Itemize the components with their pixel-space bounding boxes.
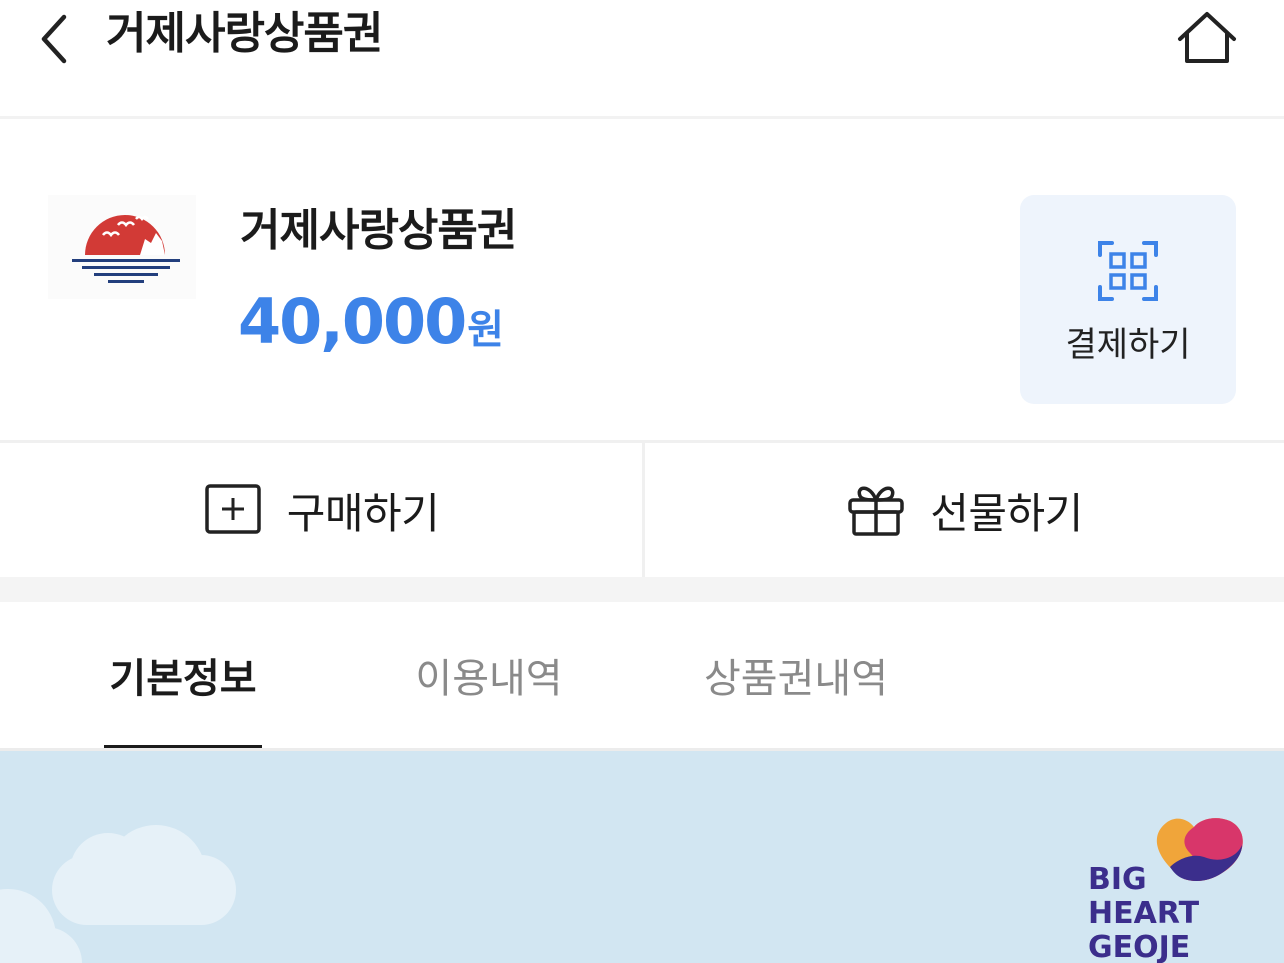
- geoje-sunset-logo-icon: [72, 215, 180, 283]
- gift-button-label: 선물하기: [930, 488, 1083, 538]
- tab-basic-info[interactable]: 기본정보: [104, 602, 262, 748]
- pay-button-label: 결제하기: [1065, 325, 1191, 365]
- balance-unit: 원: [467, 307, 505, 353]
- pay-button[interactable]: 결제하기: [1020, 195, 1236, 404]
- balance-amount: 40,000: [238, 285, 467, 358]
- app-header: 거제사랑상품권: [0, 0, 1284, 116]
- brand-text-big: BIG: [1088, 862, 1147, 897]
- tab-usage-history[interactable]: 이용내역: [400, 602, 578, 748]
- page-title: 거제사랑상품권: [106, 8, 383, 59]
- buy-button[interactable]: 구매하기: [0, 443, 642, 577]
- voucher-logo: [48, 195, 196, 299]
- qr-scan-icon: [1098, 241, 1158, 301]
- tab-bar: 기본정보 이용내역 상품권내역: [0, 602, 1284, 751]
- balance-display: 40,000원: [238, 287, 504, 373]
- brand-text-heart: HEART: [1088, 896, 1200, 931]
- plus-square-icon: [204, 484, 261, 534]
- big-heart-geoje-logo: BIG HEART GEOJE: [1088, 818, 1243, 963]
- gift-icon: [848, 486, 904, 536]
- home-icon: [1178, 12, 1236, 63]
- action-row: 구매하기 선물하기: [0, 443, 1284, 577]
- cloud-shape: [106, 825, 206, 925]
- buy-button-label: 구매하기: [286, 488, 440, 538]
- voucher-card: 거제사랑상품권 40,000원 결제하기: [0, 119, 1284, 440]
- home-button[interactable]: [1172, 6, 1242, 68]
- page: 거제사랑상품권 거제사랑상품권 40,000원 결제하기 구매하기 선물하기 기…: [0, 0, 1284, 963]
- voucher-name: 거제사랑상품권: [240, 205, 517, 256]
- back-button[interactable]: [24, 6, 84, 72]
- gift-button[interactable]: 선물하기: [645, 443, 1284, 577]
- chevron-left-icon: [41, 14, 67, 64]
- tab-voucher-history[interactable]: 상품권내역: [690, 602, 902, 748]
- brand-text-geoje: GEOJE: [1088, 930, 1190, 963]
- promo-banner: BIG HEART GEOJE: [0, 751, 1284, 963]
- section-gap: [0, 577, 1284, 602]
